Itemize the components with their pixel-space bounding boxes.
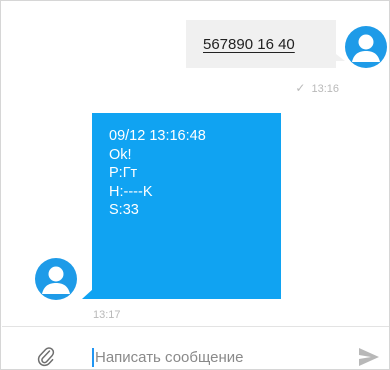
incoming-line-s: S:33 <box>109 202 139 218</box>
paperclip-icon[interactable] <box>37 345 55 367</box>
text-cursor <box>92 348 94 367</box>
incoming-message-time: 13:17 <box>93 309 121 321</box>
incoming-line-datetime: 09/12 13:16:48 <box>109 128 206 144</box>
outgoing-message-meta: ✓ 13:16 <box>295 81 339 95</box>
contact-avatar[interactable] <box>35 258 77 300</box>
my-avatar[interactable] <box>345 26 387 68</box>
chat-window: 567890 16 40 ✓ 13:16 09/12 13:16:48 Ok! P… <box>0 0 390 370</box>
outgoing-message-text[interactable]: 567890 16 40 <box>203 36 295 53</box>
incoming-line-p: P:Гт <box>109 165 138 181</box>
outgoing-bubble-tail <box>336 54 345 61</box>
user-avatar-icon <box>352 34 380 62</box>
incoming-bubble-tail <box>82 289 93 299</box>
incoming-line-h: H:----K <box>109 183 153 200</box>
message-input[interactable] <box>95 346 335 368</box>
outgoing-message-time: 13:16 <box>311 83 339 95</box>
incoming-message-text[interactable]: 09/12 13:16:48 Ok! P:Гт H:----K S:33 <box>109 127 206 220</box>
check-icon: ✓ <box>295 81 306 95</box>
user-avatar-icon <box>42 266 70 294</box>
send-icon[interactable] <box>358 347 380 367</box>
incoming-line-status: Ok! <box>109 146 132 163</box>
